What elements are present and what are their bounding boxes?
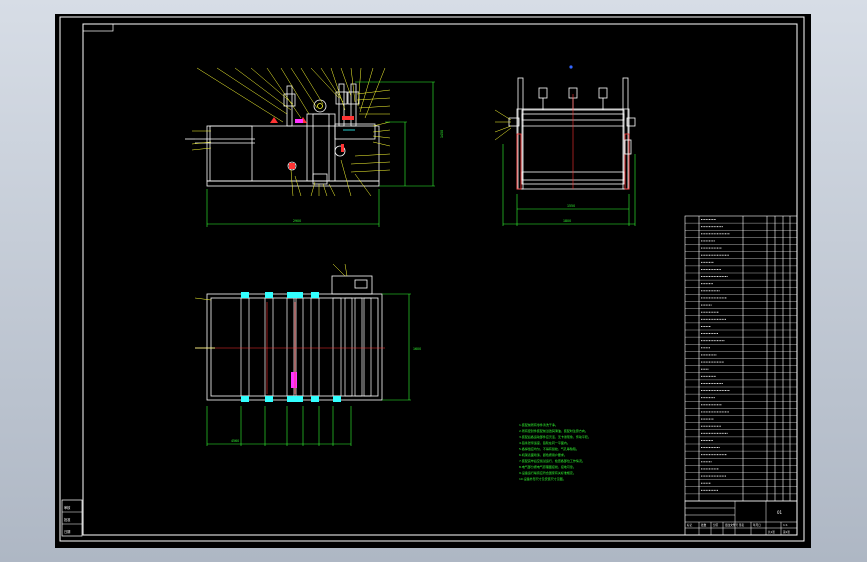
note-1: 1.装配前所有零件清洗干净。 <box>519 422 558 427</box>
note-10: 10.设备外形尺寸及安装尺寸见图。 <box>519 476 566 481</box>
side-stamp-table: 审核 批准 日期 <box>61 499 83 537</box>
title-label-count: 处数 <box>701 523 707 527</box>
title-label-mark: 标记 <box>687 523 693 527</box>
front-width-dimension: 2900 <box>293 219 301 223</box>
front-view-frame <box>206 125 380 182</box>
side-width-dimension: 1550 <box>567 204 575 208</box>
front-view-center-column <box>306 113 336 182</box>
side-overall-dimension: 1800 <box>563 219 571 223</box>
top-view-control-cabinet <box>331 275 373 295</box>
note-3: 3.装配后各运动部件应灵活，无卡滞现象，传动平稳。 <box>519 434 591 439</box>
front-height-dimension: 1450 <box>440 130 444 138</box>
sheet-number: 第1张 <box>783 530 790 534</box>
title-label-change-doc: 更改文件号 <box>725 523 738 527</box>
sheets-total: 共1张 <box>768 530 775 534</box>
stamp-cell-review: 审核 <box>64 505 71 510</box>
top-view: 4560 1600 <box>194 263 421 446</box>
title-label-sign: 签名 <box>739 523 745 527</box>
stamp-cell-approve: 批准 <box>64 517 71 522</box>
title-label-date: 年月日 <box>753 523 761 527</box>
sheet-outer-frame <box>59 16 805 542</box>
note-5: 5.各焊缝应均匀，不得有裂纹、气孔等缺陷。 <box>519 446 579 451</box>
technical-notes: 1.装配前所有零件清洗干净。 2.所有密封件装配前浸透润滑油，装配时注意方向。 … <box>519 422 591 481</box>
cad-viewport[interactable]: 审核 批准 日期 2900 1450 1550 1800 4560 1600 1… <box>55 14 811 548</box>
top-view-highlighted-part <box>291 372 297 388</box>
front-view-inner-column <box>312 113 330 182</box>
top-depth-dimension: 1600 <box>413 347 421 351</box>
note-9: 9.设备运行噪音应符合国家有关标准规定。 <box>519 470 576 475</box>
parts-list-table <box>684 215 798 502</box>
corner-code-box <box>82 23 114 32</box>
note-6: 6.机架表面喷漆，颜色按用户要求。 <box>519 452 567 457</box>
title-label-zone: 分区 <box>713 523 719 527</box>
front-view-base <box>206 180 380 187</box>
note-2: 2.所有密封件装配前浸透润滑油，装配时注意方向。 <box>519 428 588 433</box>
note-8: 8.电气部分按电气原理图接线，接地可靠。 <box>519 464 576 469</box>
drawing-number: 01 <box>777 510 783 515</box>
assembly-drawing-canvas: 审核 批准 日期 2900 1450 1550 1800 4560 1600 1… <box>59 16 805 542</box>
note-4: 4.链条张紧适度，链轮在同一平面内。 <box>519 440 570 445</box>
top-length-dimension: 4560 <box>231 439 239 443</box>
side-view: 1550 1800 <box>494 65 636 226</box>
top-view-rollers <box>240 297 372 397</box>
front-view-left-box <box>209 125 253 182</box>
side-view-center-mark <box>569 65 573 69</box>
stamp-cell-date: 日期 <box>64 529 70 534</box>
drawing-scale: 1:1 <box>783 523 788 527</box>
note-7: 7.装配完毕后空载试运行，检查各部位工作情况。 <box>519 458 585 463</box>
title-block: 标记 处数 分区 更改文件号 签名 年月日 01 1:1 共1张 第1张 <box>684 500 798 536</box>
front-view: 2900 1450 <box>185 67 444 227</box>
